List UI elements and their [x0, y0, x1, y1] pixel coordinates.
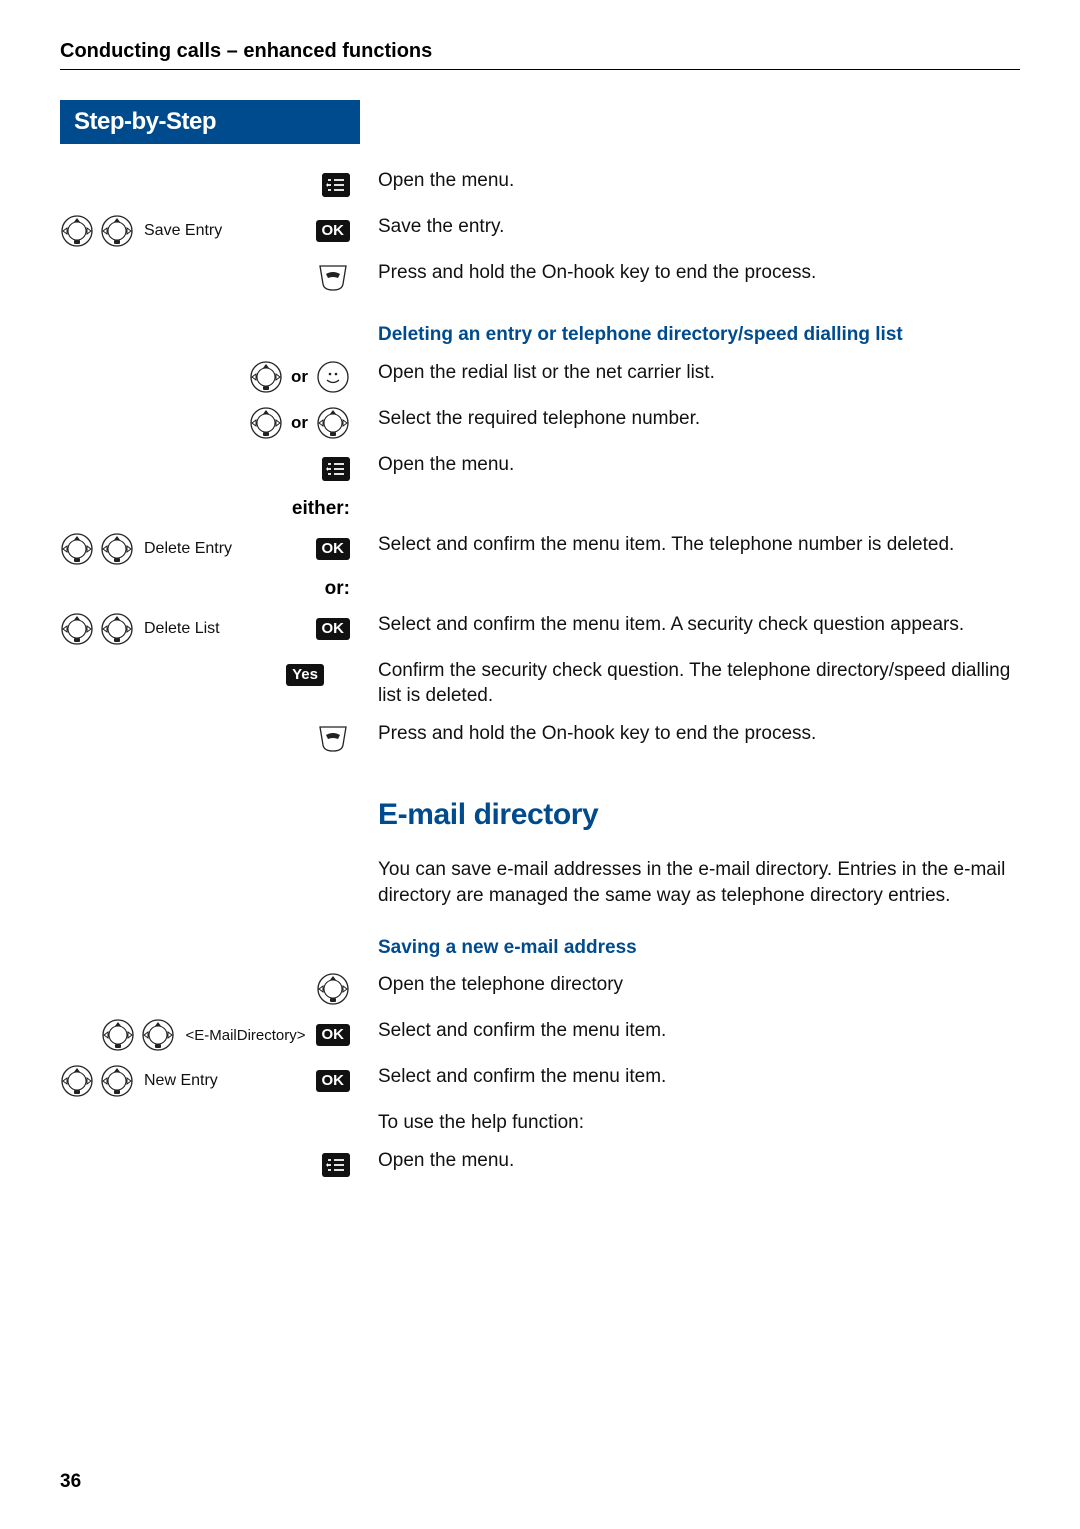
- ok-button: OK: [316, 538, 351, 560]
- page-number: 36: [60, 1471, 81, 1493]
- nav-key-icon: [100, 1064, 134, 1098]
- nav-key-icon: [316, 972, 350, 1006]
- option-either: either:: [292, 498, 350, 519]
- instruction-text: Press and hold the On-hook key to end th…: [360, 715, 1020, 761]
- yes-button: Yes: [286, 664, 324, 686]
- instruction-text: Open the telephone directory: [360, 966, 1020, 1012]
- instruction-text: Select and confirm the menu item.: [360, 1012, 1020, 1058]
- ok-button: OK: [316, 220, 351, 242]
- menu-icon: [322, 457, 350, 481]
- instruction-table: Open the menu. Save Entry OK Save the en…: [60, 162, 1020, 1188]
- instruction-text: Select and confirm the menu item. The te…: [360, 526, 1020, 572]
- menu-icon: [322, 1153, 350, 1177]
- menu-item-label: Delete List: [140, 620, 224, 638]
- menu-item-label: <E-MailDirectory>: [181, 1027, 309, 1044]
- instruction-text: Select the required telephone number.: [360, 400, 1020, 446]
- page-header: Conducting calls – enhanced functions: [60, 40, 1020, 70]
- nav-key-icon: [60, 214, 94, 248]
- ok-button: OK: [316, 1024, 351, 1046]
- or-separator: or: [289, 413, 310, 433]
- option-or: or:: [325, 578, 350, 599]
- instruction-text: Select and confirm the menu item.: [360, 1058, 1020, 1104]
- section-title: E-mail directory: [378, 767, 1020, 846]
- instruction-text: Save the entry.: [360, 208, 1020, 254]
- instruction-text: Open the menu.: [360, 162, 1020, 208]
- nav-key-icon: [60, 532, 94, 566]
- nav-key-icon: [60, 612, 94, 646]
- on-hook-icon: [316, 262, 350, 292]
- nav-key-icon: [100, 214, 134, 248]
- menu-item-label: Save Entry: [140, 222, 226, 240]
- nav-key-icon: [141, 1018, 175, 1052]
- subsection-heading: Deleting an entry or telephone directory…: [378, 306, 1020, 348]
- step-by-step-heading: Step-by-Step: [60, 100, 360, 144]
- nav-key-icon: [249, 360, 283, 394]
- instruction-text: Select and confirm the menu item. A secu…: [360, 606, 1020, 652]
- instruction-text: Confirm the security check question. The…: [360, 652, 1020, 715]
- nav-key-icon: [249, 406, 283, 440]
- menu-icon: [322, 173, 350, 197]
- nav-key-icon: [316, 406, 350, 440]
- nav-key-icon: [100, 532, 134, 566]
- nav-open-icon: [316, 360, 350, 394]
- ok-button: OK: [316, 618, 351, 640]
- menu-item-label: Delete Entry: [140, 540, 236, 558]
- instruction-text: Open the menu.: [360, 1142, 1020, 1188]
- nav-key-icon: [100, 612, 134, 646]
- menu-item-label: New Entry: [140, 1072, 222, 1090]
- nav-key-icon: [60, 1064, 94, 1098]
- or-separator: or: [289, 367, 310, 387]
- on-hook-icon: [316, 723, 350, 753]
- instruction-text: To use the help function:: [360, 1104, 1020, 1142]
- instruction-text: Press and hold the On-hook key to end th…: [360, 254, 1020, 300]
- nav-key-icon: [101, 1018, 135, 1052]
- ok-button: OK: [316, 1070, 351, 1092]
- instruction-text: Open the redial list or the net carrier …: [360, 354, 1020, 400]
- paragraph-text: You can save e-mail addresses in the e-m…: [360, 851, 1020, 914]
- subsection-heading: Saving a new e-mail address: [378, 921, 1020, 961]
- instruction-text: Open the menu.: [360, 446, 1020, 492]
